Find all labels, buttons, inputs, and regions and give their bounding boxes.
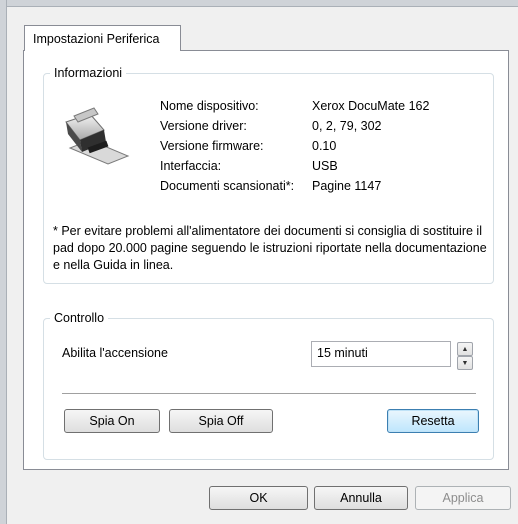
spin-up-button[interactable]: ▲ bbox=[457, 342, 473, 356]
tab-label: Impostazioni Periferica bbox=[33, 32, 160, 46]
control-group bbox=[43, 318, 494, 460]
power-on-label: Abilita l'accensione bbox=[62, 346, 168, 360]
tab-device-settings[interactable]: Impostazioni Periferica bbox=[24, 25, 181, 51]
info-label-driver-version: Versione driver: bbox=[160, 119, 247, 133]
power-on-input[interactable]: 15 minuti bbox=[311, 341, 451, 367]
power-on-value: 15 minuti bbox=[317, 346, 368, 360]
pad-replacement-note: * Per evitare problemi all'alimentatore … bbox=[53, 224, 487, 272]
info-value-firmware-version: 0.10 bbox=[312, 139, 337, 153]
lamp-off-button[interactable]: Spia Off bbox=[169, 409, 273, 433]
info-label-device-name: Nome dispositivo: bbox=[160, 99, 259, 113]
reset-button[interactable]: Resetta bbox=[387, 409, 479, 433]
control-legend: Controllo bbox=[50, 311, 109, 325]
info-value-scanned-docs: Pagine 1147 bbox=[312, 179, 382, 193]
scanner-icon bbox=[60, 104, 132, 170]
control-separator bbox=[62, 393, 476, 394]
ok-button[interactable]: OK bbox=[209, 486, 308, 510]
window-frame-left bbox=[0, 0, 7, 524]
spin-down-button[interactable]: ▼ bbox=[457, 356, 473, 370]
info-legend: Informazioni bbox=[50, 66, 127, 80]
cancel-button[interactable]: Annulla bbox=[314, 486, 408, 510]
apply-button[interactable]: Applica bbox=[415, 486, 511, 510]
info-label-scanned-docs: Documenti scansionati*: bbox=[160, 179, 295, 193]
lamp-on-button[interactable]: Spia On bbox=[64, 409, 160, 433]
info-value-device-name: Xerox DocuMate 162 bbox=[312, 99, 430, 113]
info-label-firmware-version: Versione firmware: bbox=[160, 139, 264, 153]
info-value-driver-version: 0, 2, 79, 302 bbox=[312, 119, 382, 133]
info-value-interface: USB bbox=[312, 159, 338, 173]
info-label-interface: Interfaccia: bbox=[160, 159, 222, 173]
window-frame-top bbox=[0, 0, 518, 7]
